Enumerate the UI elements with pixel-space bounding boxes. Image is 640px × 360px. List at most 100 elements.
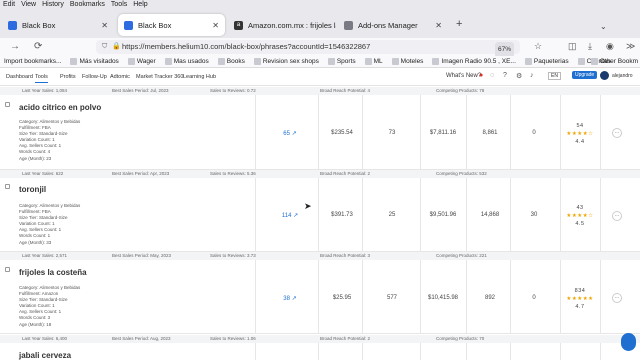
summary-row: Last Year Sales: 622 Best Sales Period: … (0, 170, 640, 178)
menu-history[interactable]: History (39, 0, 67, 10)
help-icon[interactable]: ? (503, 72, 507, 79)
folder-icon (590, 58, 598, 65)
rating-value: 4.7 (575, 304, 585, 310)
download-icon[interactable]: ⤓ (588, 41, 592, 52)
table-row[interactable]: frijoles la costeña Category: Alimentos … (0, 260, 640, 334)
upgrade-button[interactable]: Upgrade (572, 71, 598, 79)
product-name[interactable]: acido citrico en polvo (19, 103, 101, 112)
other-bookmarks[interactable]: Other Bookm (590, 58, 638, 65)
more-options-button[interactable]: ⋯ (612, 211, 622, 221)
tab-black-box-1[interactable]: Black Box ✕ (2, 14, 114, 36)
folder-icon (253, 58, 261, 65)
row-checkbox[interactable] (5, 184, 10, 189)
tab-addons[interactable]: Add-ons Manager ✕ (338, 14, 448, 36)
nav-dashboard[interactable]: Dashboard (6, 74, 33, 80)
bookmark-item[interactable]: Revision sex shops (253, 58, 319, 65)
tab-title: Black Box (22, 20, 56, 30)
puzzle-icon (344, 20, 353, 30)
bookmark-item[interactable]: Wager (127, 58, 156, 65)
row-checkbox[interactable] (5, 102, 10, 107)
bookmark-item[interactable]: Mas usados (164, 58, 209, 65)
sales: 14,868 (480, 212, 500, 218)
url-bar[interactable]: ⛉ 🔒 https://members.helium10.com/black-b… (96, 40, 520, 58)
folder-icon (524, 58, 532, 65)
megaphone-icon[interactable]: ◌ (490, 72, 494, 79)
table-row[interactable]: toronjil Category: Alimentos y Bebidas Fu… (0, 178, 640, 252)
nav-profits[interactable]: Profits (60, 74, 76, 80)
search-volume[interactable]: 65 ↗ (275, 130, 305, 137)
folder-icon (127, 58, 135, 65)
bookmark-item[interactable]: Sports (327, 58, 356, 65)
product-name[interactable]: jabali cerveza (19, 351, 71, 360)
notification-badge: ● (479, 72, 484, 79)
menu-bar: Edit View History Bookmarks Tools Help (0, 0, 640, 10)
avatar[interactable] (600, 71, 609, 80)
metric-value: 30 (530, 212, 538, 218)
more-options-button[interactable]: ⋯ (612, 293, 622, 303)
nav-follow-up[interactable]: Follow-Up (82, 74, 107, 80)
chat-support-icon[interactable] (621, 333, 636, 351)
bookmark-item[interactable]: Paqueterias (524, 58, 569, 65)
rating-count: 43 (576, 205, 584, 211)
bookmark-item[interactable]: Books (217, 58, 245, 65)
pocket-icon[interactable]: ◫ (568, 41, 577, 52)
shield-icon: ⛉ (102, 43, 108, 50)
nav-tools[interactable]: Tools (35, 74, 48, 83)
bell-icon[interactable]: ♪ (530, 72, 534, 79)
bookmark-star-icon[interactable]: ☆ (534, 41, 542, 52)
account-icon[interactable]: ◉ (606, 41, 614, 52)
close-icon[interactable]: ✕ (212, 21, 219, 30)
menu-view[interactable]: View (18, 0, 39, 10)
new-tab-button[interactable]: + (456, 18, 462, 30)
tab-amazon[interactable]: a Amazon.com.mx : frijoles la cost ✕ (228, 14, 336, 36)
user-name[interactable]: alejandro (612, 73, 633, 79)
bookmark-item[interactable]: Moteles (391, 58, 423, 65)
gear-icon (70, 58, 78, 65)
nav-bar: → ⟳ ⛉ 🔒 https://members.helium10.com/bla… (0, 38, 640, 58)
menu-bookmarks[interactable]: Bookmarks (67, 0, 108, 10)
revenue: $7,811.16 (429, 130, 457, 136)
bookmark-item[interactable]: Más visitados (70, 58, 119, 65)
sales: 892 (484, 295, 495, 301)
rating-count: 834 (574, 288, 586, 294)
product-name[interactable]: frijoles la costeña (19, 268, 87, 277)
tab-black-box-2[interactable]: Black Box ✕ (118, 14, 225, 36)
list-tabs-icon[interactable]: ⌄ (600, 22, 607, 31)
nav-adtomic[interactable]: Adtomic (110, 74, 130, 80)
settings-icon[interactable]: ⚙ (516, 72, 522, 80)
row-checkbox[interactable] (5, 267, 10, 272)
extensions-icon[interactable]: ≫ (626, 41, 635, 52)
forward-icon[interactable]: → (10, 41, 20, 52)
table-row[interactable]: jabali cerveza (0, 343, 640, 360)
language-select[interactable]: EN (548, 72, 561, 80)
product-details: Category: Alimentos y Bebidas Fulfillment… (19, 203, 81, 245)
revenue: $10,415.98 (427, 295, 459, 301)
search-volume[interactable]: 38 ↗ (275, 295, 305, 302)
star-rating-icon: ★★★★★ (566, 296, 594, 302)
search-volume[interactable]: 114 ↗ (275, 212, 305, 219)
star-rating-icon: ★★★★☆ (566, 213, 594, 219)
metric-value: 0 (532, 130, 536, 136)
lock-icon: 🔒 (112, 43, 121, 50)
more-options-button[interactable]: ⋯ (612, 128, 622, 138)
bookmark-item[interactable]: ML (364, 58, 383, 65)
reload-icon[interactable]: ⟳ (34, 41, 42, 52)
bookmark-item[interactable]: Import bookmarks... (4, 58, 61, 65)
menu-tools[interactable]: Tools (108, 0, 130, 10)
nav-learning-hub[interactable]: Learning Hub (183, 74, 216, 80)
price: $235.54 (331, 130, 353, 136)
product-details: Category: Alimentos y Bebidas Fulfillment… (19, 285, 81, 327)
amazon-favicon-icon: a (234, 20, 243, 30)
product-name[interactable]: toronjil (19, 185, 46, 194)
close-icon[interactable]: ✕ (435, 21, 442, 30)
nav-market-tracker[interactable]: Market Tracker 360 (136, 74, 183, 80)
close-icon[interactable]: ✕ (101, 21, 108, 30)
menu-edit[interactable]: Edit (0, 0, 18, 10)
review-count: 577 (386, 295, 397, 301)
metric-value: 0 (532, 295, 536, 301)
bookmark-item[interactable]: Imagen Radio 90.5 , XE... (432, 58, 516, 65)
menu-help[interactable]: Help (130, 0, 150, 10)
table-row[interactable]: acido citrico en polvo Category: Aliment… (0, 95, 640, 170)
folder-icon (364, 58, 372, 65)
whats-new-link[interactable]: What's New? (446, 73, 481, 79)
